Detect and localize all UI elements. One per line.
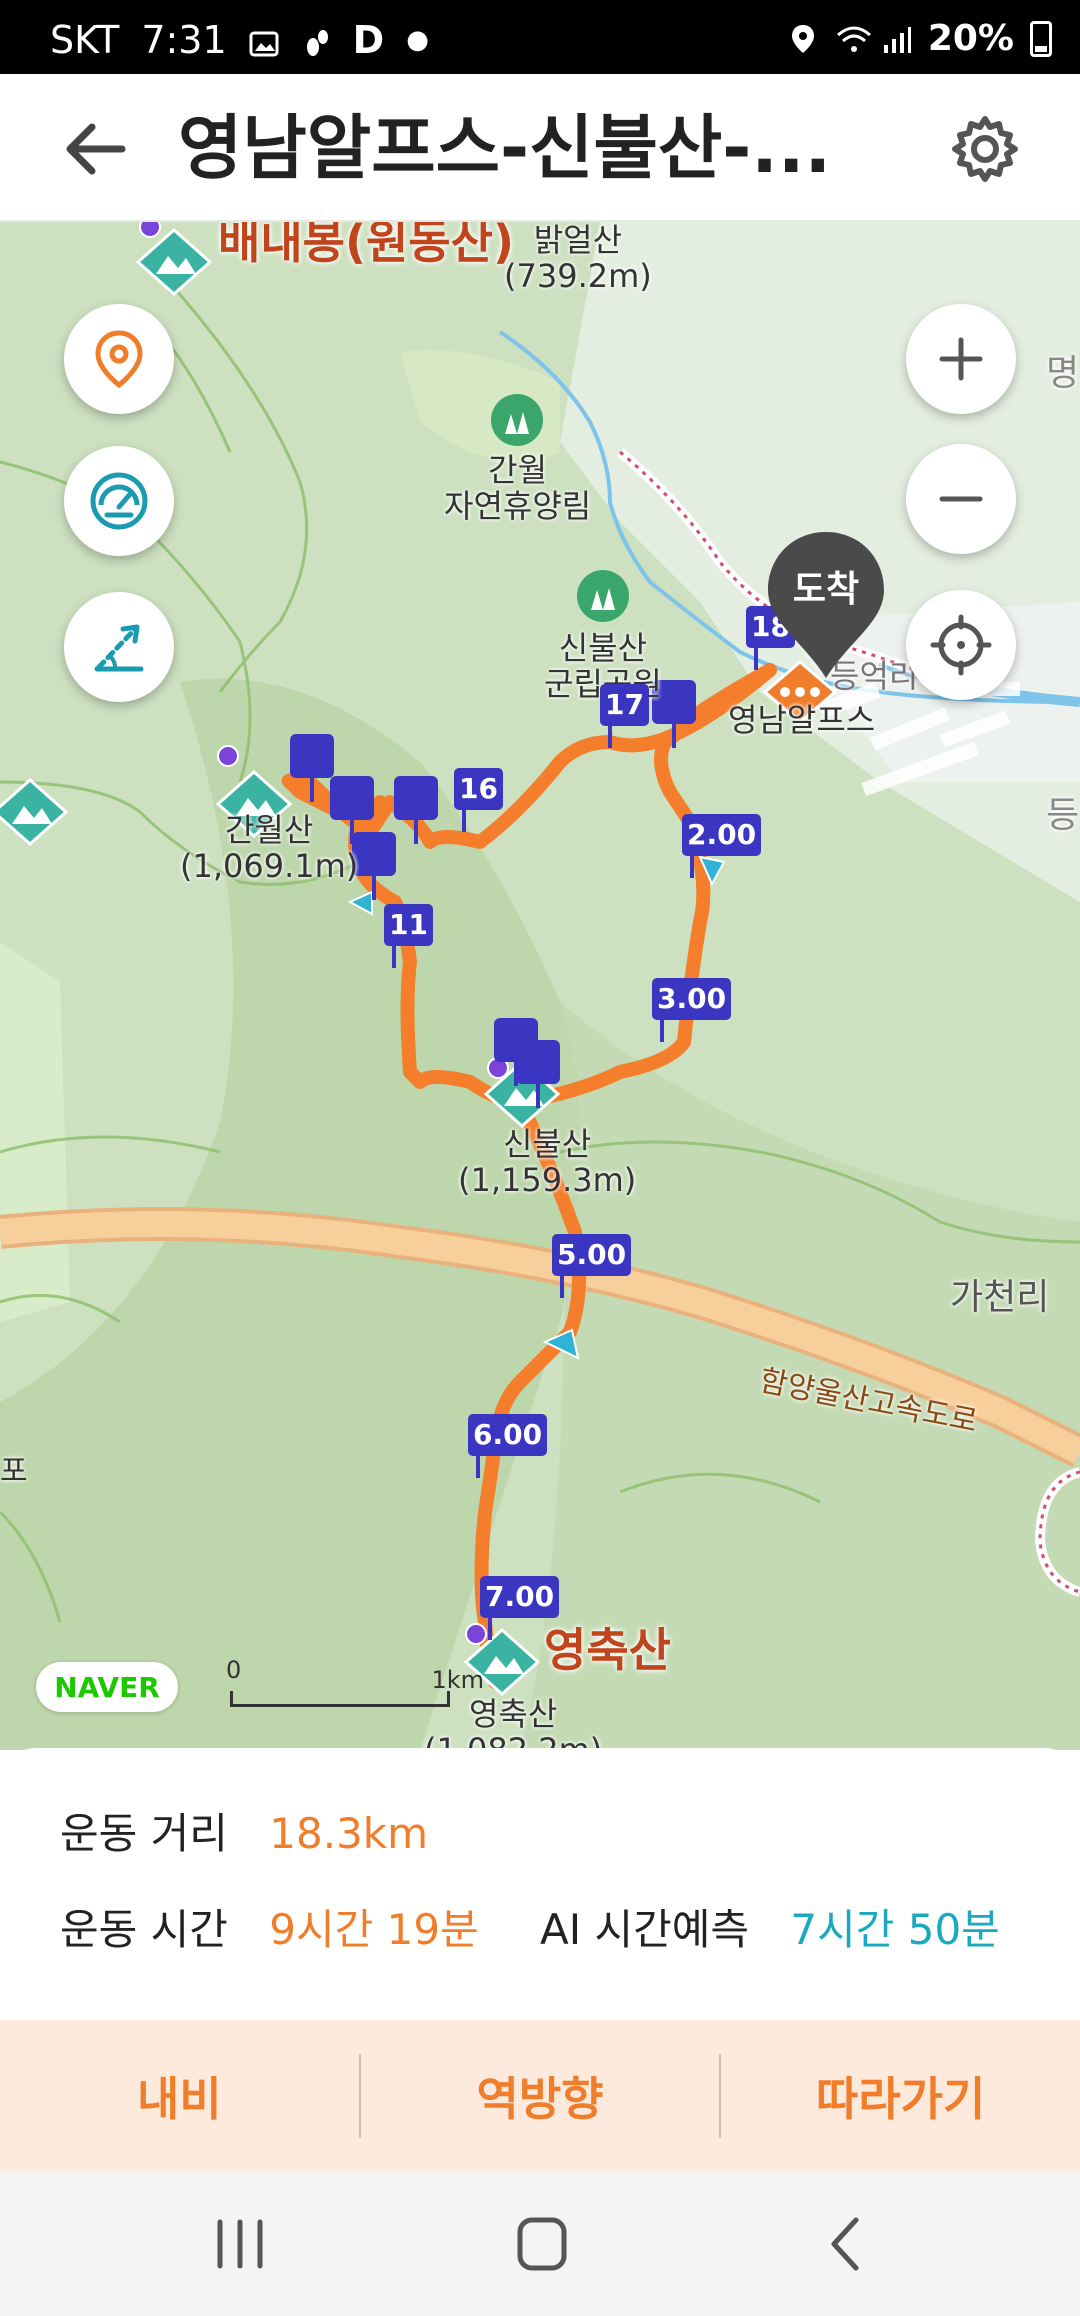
label-sinbulsan: 신불산 (1,159.3m) (458, 1125, 637, 1199)
label-ganwolsan: 간월산 (1,069.1m) (180, 811, 359, 885)
stats-panel: 운동 거리 18.3km 운동 시간 9시간 19분 AI 시간예측 7시간 5… (0, 1748, 1080, 2020)
label-yeongchuksan: 영축산 (1,082.2m) (424, 1695, 603, 1750)
arrival-marker[interactable]: 도착 (764, 530, 888, 680)
distance-value: 18.3km (269, 1809, 429, 1858)
map-scale-bar: 0 1km (226, 1656, 484, 1707)
page-title: 영남알프스-신불산-... (178, 107, 832, 189)
label-edge-po: 포 (0, 1454, 28, 1489)
battery-percent: 20% (927, 18, 1014, 59)
minus-icon (939, 496, 983, 502)
label-edge-myeong: 명 (1046, 353, 1080, 394)
elevation-button[interactable] (64, 592, 174, 702)
location-status-icon (790, 23, 820, 55)
home-button[interactable] (502, 2212, 582, 2276)
status-app-letter: D (352, 18, 385, 62)
arrow-left-icon (66, 123, 126, 175)
navi-button[interactable]: 내비 (0, 2020, 359, 2172)
label-balgeolsan: 밝얼산 (739.2m) (504, 222, 652, 295)
scale-start-label: 0 (226, 1656, 242, 1684)
elevation-icon (94, 624, 144, 672)
location-pin-button[interactable] (64, 304, 174, 414)
my-location-button[interactable] (906, 590, 1016, 700)
signal-icon (882, 23, 912, 55)
speedometer-icon (90, 472, 148, 530)
peak-label-baenaebong: 배내봉(원동산) (218, 222, 514, 269)
dot-icon: ● (406, 25, 429, 55)
location-pin-icon (95, 330, 143, 389)
gallery-icon (249, 24, 279, 57)
label-yeongnam-alps: 영남알프스 (728, 701, 876, 739)
label-gacheonri: 가천리 (950, 1277, 1050, 1318)
naver-logo: NAVER (36, 1662, 178, 1712)
gear-icon (952, 116, 1018, 182)
label-edge-deung: 등 (1046, 795, 1080, 836)
home-icon (517, 2217, 567, 2271)
route-marker[interactable]: 17 (600, 684, 649, 748)
time-value: 9시간 19분 (269, 1905, 479, 1954)
footprint-icon (301, 24, 331, 56)
scale-end-label: 1km (431, 1666, 484, 1694)
zoom-out-button[interactable] (906, 444, 1016, 554)
label-ganwol-forest: 간월 자연휴양림 (444, 451, 592, 525)
back-button[interactable] (62, 114, 142, 184)
zoom-in-button[interactable] (906, 304, 1016, 414)
route-marker[interactable]: 5.00 (552, 1234, 632, 1298)
system-back-button[interactable] (806, 2212, 886, 2276)
carrier-label: SKT (50, 18, 120, 62)
recent-apps-button[interactable] (200, 2212, 280, 2276)
route-marker[interactable]: 7.00 (480, 1576, 560, 1640)
battery-icon (1030, 20, 1052, 57)
route-marker[interactable]: 2.00 (682, 814, 762, 878)
reverse-button[interactable]: 역방향 (361, 2020, 720, 2172)
plus-icon (939, 337, 983, 381)
route-marker[interactable]: 16 (454, 768, 503, 832)
route-marker[interactable]: 3.00 (652, 978, 732, 1042)
peak-label-yeongchuksan: 영축산 (544, 1623, 671, 1677)
app-header: 영남알프스-신불산-... (0, 74, 1080, 222)
clock: 7:31 (141, 18, 227, 62)
status-bar: SKT 7:31 D ● 20% (0, 0, 1080, 74)
action-bar: 내비 역방향 따라가기 (0, 2020, 1080, 2172)
route-marker[interactable]: 11 (384, 904, 433, 968)
ai-prediction-row: AI 시간예측 7시간 50분 (540, 1896, 1000, 1957)
route-marker[interactable]: 6.00 (468, 1414, 548, 1478)
wifi-icon (836, 23, 871, 55)
ai-prediction-value: 7시간 50분 (790, 1905, 1000, 1954)
settings-button[interactable] (950, 114, 1030, 194)
distance-label: 운동 거리 (60, 1809, 228, 1858)
arrival-label: 도착 (792, 569, 860, 610)
ai-prediction-label: AI 시간예측 (540, 1905, 750, 1954)
chevron-left-icon (831, 2217, 859, 2271)
time-label: 운동 시간 (60, 1905, 228, 1954)
system-nav-bar (0, 2172, 1080, 2316)
speedometer-button[interactable] (64, 446, 174, 556)
crosshair-icon (930, 614, 992, 676)
recent-apps-icon (217, 2219, 263, 2269)
map-view[interactable]: 배내봉(원동산) 밝얼산 (739.2m) 간월 자연휴양림 신불산 군립공원 … (0, 222, 1080, 1750)
follow-button[interactable]: 따라가기 (721, 2020, 1080, 2172)
time-row: 운동 시간 9시간 19분 (60, 1896, 479, 1957)
distance-row: 운동 거리 18.3km (60, 1800, 428, 1861)
